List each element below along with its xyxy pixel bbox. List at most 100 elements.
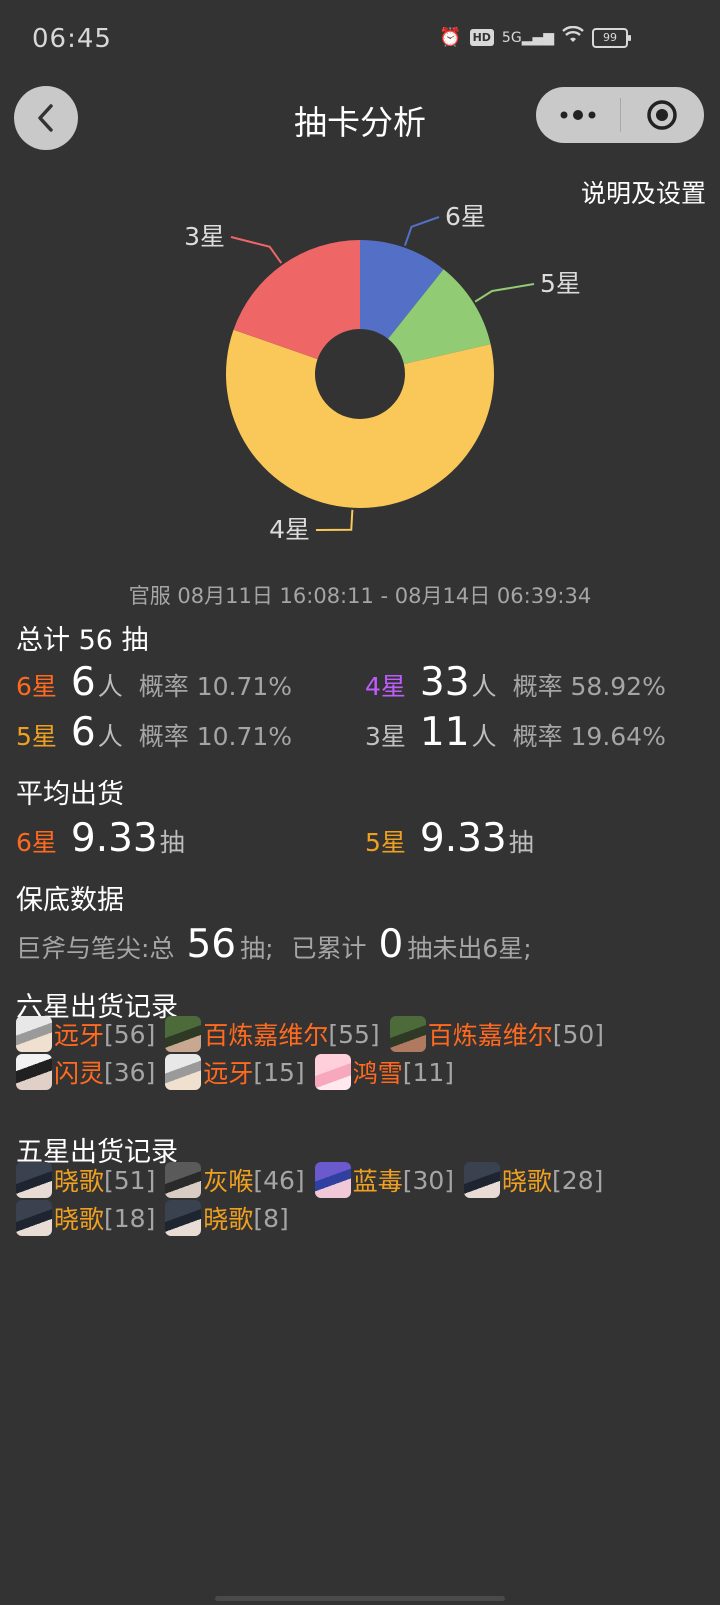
pity-info: 巨斧与笔尖:总 56 抽; 已累计 0 抽未出6星; — [16, 922, 532, 968]
more-button[interactable] — [536, 87, 620, 143]
wifi-icon — [562, 25, 584, 49]
pie-label-line — [315, 509, 354, 531]
average-star-label: 5星 — [365, 828, 406, 857]
operator-avatar — [165, 1016, 202, 1052]
target-icon — [647, 100, 677, 130]
six-star-record-line: 远牙 [56] 百炼嘉维尔 [55] 百炼嘉维尔 [50] — [16, 1016, 614, 1052]
stat-unit: 人 — [97, 672, 123, 701]
operator-avatar — [165, 1054, 202, 1090]
pie-chart: 6星 5星 4星 3星 — [184, 202, 581, 544]
record-item: 晓歌 [28] — [464, 1162, 603, 1198]
record-count: [51] — [104, 1165, 156, 1195]
record-name: 晓歌 — [54, 1167, 105, 1196]
record-count: [11] — [402, 1057, 455, 1087]
record-item: 远牙 [56] — [16, 1016, 155, 1052]
record-count: [56] — [104, 1019, 156, 1049]
record-count: [18] — [104, 1203, 156, 1233]
record-name: 百炼嘉维尔 — [203, 1021, 329, 1050]
record-name: 晓歌 — [54, 1205, 105, 1234]
five-star-record-line: 晓歌 [18] 晓歌 [8] — [16, 1200, 299, 1236]
stat-row-4star: 4星 33 人 概率 58.92% — [365, 660, 666, 706]
record-name: 百炼嘉维尔 — [427, 1021, 553, 1050]
record-item: 晓歌 [8] — [165, 1200, 289, 1236]
pie-label-line — [403, 216, 440, 246]
record-count: [28] — [552, 1165, 604, 1195]
more-dots-icon — [560, 110, 596, 120]
record-name: 蓝毒 — [352, 1167, 403, 1196]
record-item: 百炼嘉维尔 [55] — [165, 1016, 380, 1052]
stat-row-5star: 5星 6 人 概率 10.71% — [16, 710, 292, 756]
pie-label-line — [474, 283, 535, 303]
battery-icon: 99 — [592, 27, 631, 48]
average-value: 9.33 — [70, 816, 158, 861]
average-unit: 抽 — [159, 828, 185, 857]
stat-star-label: 5星 — [16, 722, 57, 751]
stat-probability: 概率 10.71% — [138, 722, 293, 751]
record-count: [15] — [253, 1057, 305, 1087]
operator-avatar — [389, 1016, 426, 1052]
record-item: 闪灵 [36] — [16, 1054, 155, 1090]
stat-star-label: 6星 — [16, 672, 57, 701]
alarm-icon: ⏰ — [439, 27, 462, 48]
status-icons: ⏰ HD 5G▂▄▆ 99 — [439, 25, 631, 49]
stat-star-label: 4星 — [365, 672, 406, 701]
record-name: 远牙 — [203, 1059, 254, 1088]
signal-5g-icon: 5G▂▄▆ — [501, 29, 554, 46]
stat-row-6star: 6星 6 人 概率 10.71% — [16, 660, 292, 706]
operator-avatar — [16, 1200, 52, 1236]
record-item: 晓歌 [18] — [16, 1200, 155, 1236]
stat-probability: 概率 19.64% — [512, 722, 666, 751]
pity-accumulated: 0 — [378, 922, 404, 967]
operator-avatar — [314, 1054, 351, 1090]
record-item: 百炼嘉维尔 [50] — [389, 1016, 605, 1052]
stat-unit: 人 — [471, 672, 497, 701]
status-time: 06:45 — [32, 24, 112, 54]
hd-icon: HD — [469, 29, 494, 46]
record-item: 远牙 [15] — [165, 1054, 305, 1090]
average-unit: 抽 — [508, 828, 534, 857]
record-count: [8] — [253, 1203, 289, 1233]
close-button[interactable] — [621, 87, 705, 143]
pity-accumulated-label: 已累计 — [291, 934, 367, 963]
pie-label: 6星 — [445, 202, 486, 231]
record-name: 晓歌 — [502, 1167, 553, 1196]
stat-probability: 概率 10.71% — [138, 672, 293, 701]
operator-avatar — [16, 1162, 52, 1198]
operator-avatar — [165, 1200, 202, 1236]
pity-title: 保底数据 — [16, 885, 124, 916]
record-item: 灰喉 [46] — [165, 1162, 305, 1198]
record-name: 晓歌 — [203, 1205, 254, 1234]
stat-unit: 人 — [97, 722, 123, 751]
stat-count: 33 — [419, 660, 470, 705]
pie-label: 5星 — [540, 269, 581, 298]
mini-program-capsule — [536, 87, 704, 143]
record-count: [55] — [328, 1019, 380, 1049]
record-count: [50] — [552, 1019, 605, 1049]
total-draws-label: 总计 56 抽 — [16, 625, 149, 656]
record-count: [46] — [253, 1165, 305, 1195]
five-star-record-line: 晓歌 [51] 灰喉 [46] 蓝毒 [30] 晓歌 [28] — [16, 1162, 613, 1198]
average-star-label: 6星 — [16, 828, 57, 857]
record-name: 远牙 — [54, 1021, 105, 1050]
stat-count: 6 — [70, 710, 96, 755]
pie-slice[interactable] — [226, 329, 495, 508]
record-count: [36] — [104, 1057, 156, 1087]
record-name: 闪灵 — [54, 1059, 105, 1088]
operator-avatar — [16, 1054, 52, 1090]
pie-label-line — [230, 236, 283, 264]
pie-label: 3星 — [184, 222, 225, 251]
record-item: 晓歌 [51] — [16, 1162, 155, 1198]
record-item: 蓝毒 [30] — [314, 1162, 454, 1198]
stat-row-3star: 3星 11 人 概率 19.64% — [365, 710, 666, 756]
pity-pool-label: 巨斧与笔尖:总 — [16, 934, 175, 963]
stat-count: 11 — [419, 710, 470, 755]
record-name: 鸿雪 — [352, 1059, 403, 1088]
status-bar: 06:45 ⏰ HD 5G▂▄▆ 99 — [0, 0, 720, 80]
stat-count: 6 — [70, 660, 96, 705]
operator-avatar — [464, 1162, 501, 1198]
average-5star: 5星 9.33 抽 — [365, 816, 534, 862]
operator-avatar — [165, 1162, 202, 1198]
nav-bar: 抽卡分析 — [0, 82, 720, 152]
stat-unit: 人 — [471, 722, 497, 751]
home-indicator — [215, 1596, 505, 1601]
